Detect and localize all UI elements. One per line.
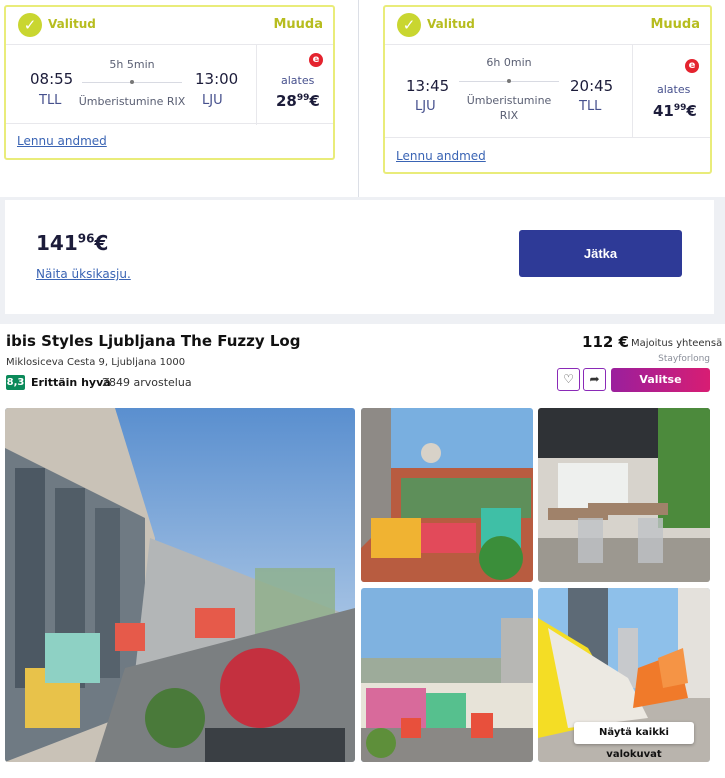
stopover-text: Ümberistumine RIX [466,94,552,122]
arrival-time: 20:45 [570,77,614,95]
card-divider [6,123,333,124]
departure-code: LJU [415,99,436,114]
show-details-link[interactable]: Näita üksikasju. [36,267,131,281]
flight-price: 2899€ [276,92,320,110]
from-label: alates [657,83,691,96]
arrival-code: TLL [579,99,602,114]
column-divider [358,0,359,197]
departure-code: TLL [39,93,62,108]
hotel-price-note: Majoitus yhteensä [631,338,723,349]
price-main: 28 [276,92,297,110]
arrival-code: LJU [202,93,223,108]
heart-icon: ♡ [563,372,574,386]
flight-selection-area: ✓ Valitud Muuda 08:55 TLL 5h 5min Ümberi… [0,0,725,197]
rating-text: Erittäin hyvä [31,376,111,389]
share-button[interactable]: ➦ [583,368,606,391]
select-button[interactable]: Valitse [611,368,710,392]
card-header: ✓ Valitud Muuda [6,7,333,45]
hotel-address: Miklosiceva Cesta 9, Ljubljana 1000 [6,357,186,368]
hotel-price: 112 € [582,333,629,351]
hotel-photo-3[interactable] [538,408,710,582]
favorite-button[interactable]: ♡ [557,368,580,391]
price-currency: € [309,92,320,110]
provider-name: Stayforlong [658,354,710,364]
outbound-flight-card: ✓ Valitud Muuda 08:55 TLL 5h 5min Ümberi… [4,5,335,160]
flight-duration: 5h 5min [109,58,155,71]
show-all-photos-button[interactable]: Näytä kaikki valokuvat [574,722,694,760]
review-count: 2849 arvostelua [102,376,192,389]
price-column: e alates 2899€ [256,45,335,125]
departure-time: 13:45 [406,77,450,95]
continue-button[interactable]: Jätka [519,230,682,277]
from-label: alates [281,74,315,87]
selected-label: Valitud [48,17,96,31]
flight-duration: 6h 0min [486,56,532,69]
check-icon: ✓ [397,13,421,37]
hotel-name[interactable]: ibis Styles Ljubljana The Fuzzy Log [6,332,300,350]
flight-details-link[interactable]: Lennu andmed [17,134,107,148]
check-icon: ✓ [18,13,42,37]
arrival-time: 13:00 [195,70,239,88]
total-main: 141 [36,231,78,255]
flight-price: 4199€ [653,102,697,120]
airline-logo-icon: e [309,53,323,67]
card-header: ✓ Valitud Muuda [385,7,710,45]
airline-logo-icon: e [685,59,699,73]
hotel-photo-2[interactable] [361,408,533,582]
return-flight-card: ✓ Valitud Muuda 13:45 LJU 6h 0min Ümberi… [383,5,712,174]
price-cents: 99 [673,103,687,113]
flight-details-link[interactable]: Lennu andmed [396,149,486,163]
price-main: 41 [653,102,674,120]
change-button[interactable]: Muuda [650,17,700,32]
stop-dot [130,80,134,84]
price-column: e alates 4199€ [632,45,712,137]
stop-dot [507,79,511,83]
departure-time: 08:55 [30,70,74,88]
hotel-photo-4[interactable] [361,588,533,762]
hotel-card: ibis Styles Ljubljana The Fuzzy Log Mikl… [0,324,725,778]
total-price-panel: 14196€ Näita üksikasju. Jätka [5,200,714,314]
total-cents: 96 [77,231,95,246]
hotel-photo-main[interactable] [5,408,355,762]
score-badge: 8,3 [6,375,25,390]
price-currency: € [686,102,697,120]
stopover-text: Ümberistumine RIX [78,95,186,108]
card-divider [385,137,710,138]
share-icon: ➦ [589,372,600,386]
total-price: 14196€ [36,231,108,255]
selected-label: Valitud [427,17,475,31]
change-button[interactable]: Muuda [273,17,323,32]
total-currency: € [94,231,109,255]
price-cents: 99 [296,93,310,103]
